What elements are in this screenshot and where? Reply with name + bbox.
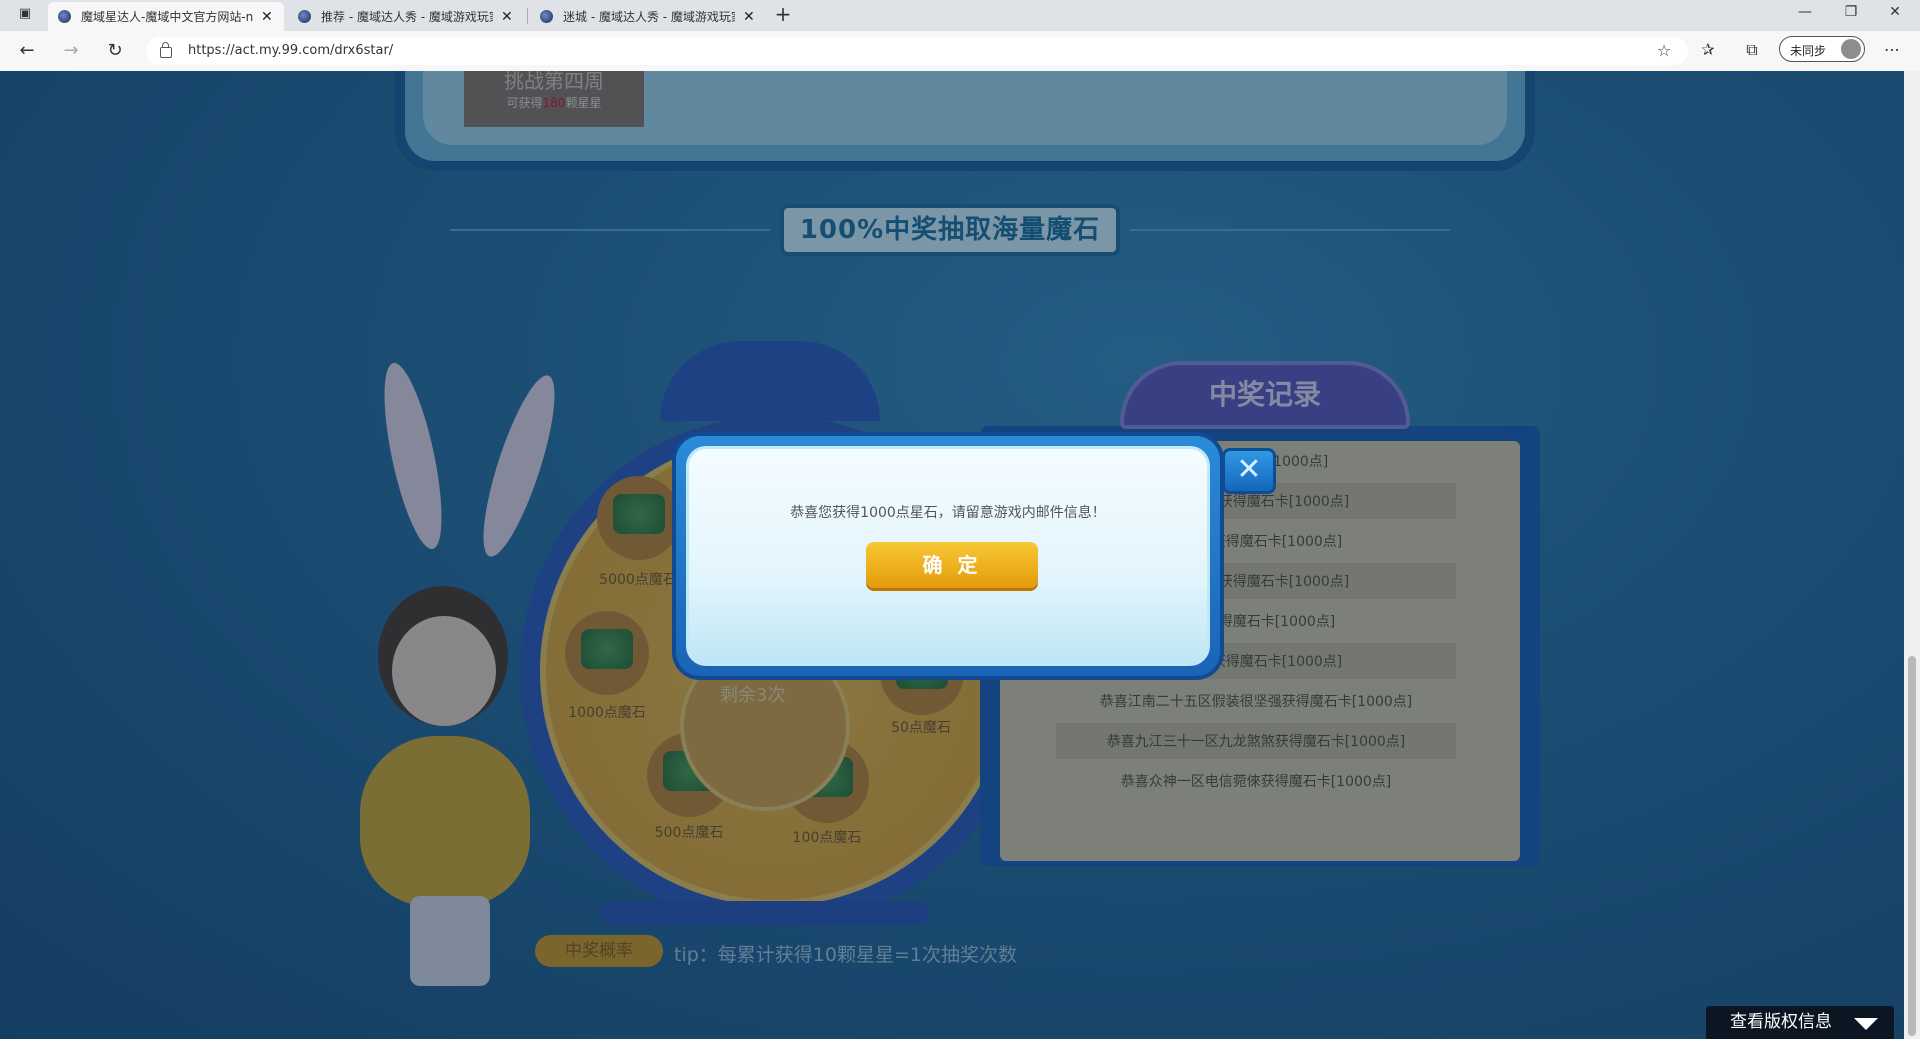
tab-close-icon[interactable]: ✕ bbox=[743, 9, 755, 25]
tab-title: 迷城 - 魔域达人秀 - 魔域游戏玩家 bbox=[563, 10, 735, 24]
page-scrollbar[interactable] bbox=[1904, 71, 1920, 1039]
prize-dialog-message: 恭喜您获得1000点星石，请留意游戏内邮件信息！ bbox=[790, 505, 1106, 521]
favicon-icon bbox=[540, 10, 553, 23]
back-icon[interactable]: ← bbox=[14, 40, 40, 61]
scrollbar-thumb[interactable] bbox=[1908, 656, 1916, 1036]
url-text: https://act.my.99.com/drx6star/ bbox=[188, 43, 394, 58]
forward-icon[interactable]: → bbox=[58, 40, 84, 61]
tab-title: 推荐 - 魔域达人秀 - 魔域游戏玩家 bbox=[321, 10, 493, 24]
tab-3[interactable]: 迷城 - 魔域达人秀 - 魔域游戏玩家 ✕ bbox=[530, 2, 766, 31]
favicon-icon bbox=[58, 10, 71, 23]
favicon-icon bbox=[298, 10, 311, 23]
address-toolbar: ← → ↻ https://act.my.99.com/drx6star/ ☆ … bbox=[0, 31, 1920, 72]
sync-label: 未同步 bbox=[1790, 44, 1827, 58]
chevron-down-icon bbox=[1854, 1018, 1878, 1030]
window-close-button[interactable]: ✕ bbox=[1880, 4, 1910, 20]
view-copyright-button[interactable]: 查看版权信息 bbox=[1706, 1006, 1894, 1039]
copyright-label: 查看版权信息 bbox=[1730, 1012, 1832, 1032]
tab-title: 魔域星达人-魔域中文官方网站-n bbox=[81, 10, 253, 24]
add-favorite-icon[interactable]: ☆ bbox=[1652, 41, 1676, 60]
browser-tab-bar: ▣ 魔域星达人-魔域中文官方网站-n ✕ 推荐 - 魔域达人秀 - 魔域游戏玩家… bbox=[0, 0, 1920, 31]
reload-icon[interactable]: ↻ bbox=[102, 40, 128, 61]
dialog-close-button[interactable]: ✕ bbox=[1222, 448, 1276, 494]
tab-2[interactable]: 推荐 - 魔域达人秀 - 魔域游戏玩家 ✕ bbox=[288, 2, 524, 31]
tab-close-icon[interactable]: ✕ bbox=[501, 9, 513, 25]
profile-sync-button[interactable]: 未同步 bbox=[1779, 36, 1865, 62]
tab-close-icon[interactable]: ✕ bbox=[261, 9, 273, 25]
collections-icon[interactable]: ⧉ bbox=[1740, 40, 1764, 60]
lock-icon bbox=[160, 42, 172, 58]
more-menu-icon[interactable]: ⋯ bbox=[1880, 40, 1904, 59]
new-tab-button[interactable]: + bbox=[768, 2, 798, 26]
avatar bbox=[1841, 39, 1861, 59]
confirm-button[interactable]: 确 定 bbox=[866, 542, 1038, 588]
tab-actions-icon[interactable]: ▣ bbox=[10, 6, 40, 21]
restore-button[interactable]: ❐ bbox=[1836, 4, 1866, 20]
tab-divider bbox=[527, 8, 528, 24]
minimize-button[interactable]: — bbox=[1790, 4, 1820, 20]
favorites-icon[interactable]: ✰ bbox=[1696, 40, 1720, 59]
address-field[interactable]: https://act.my.99.com/drx6star/ ☆ bbox=[146, 37, 1688, 65]
tab-1[interactable]: 魔域星达人-魔域中文官方网站-n ✕ bbox=[48, 2, 284, 31]
